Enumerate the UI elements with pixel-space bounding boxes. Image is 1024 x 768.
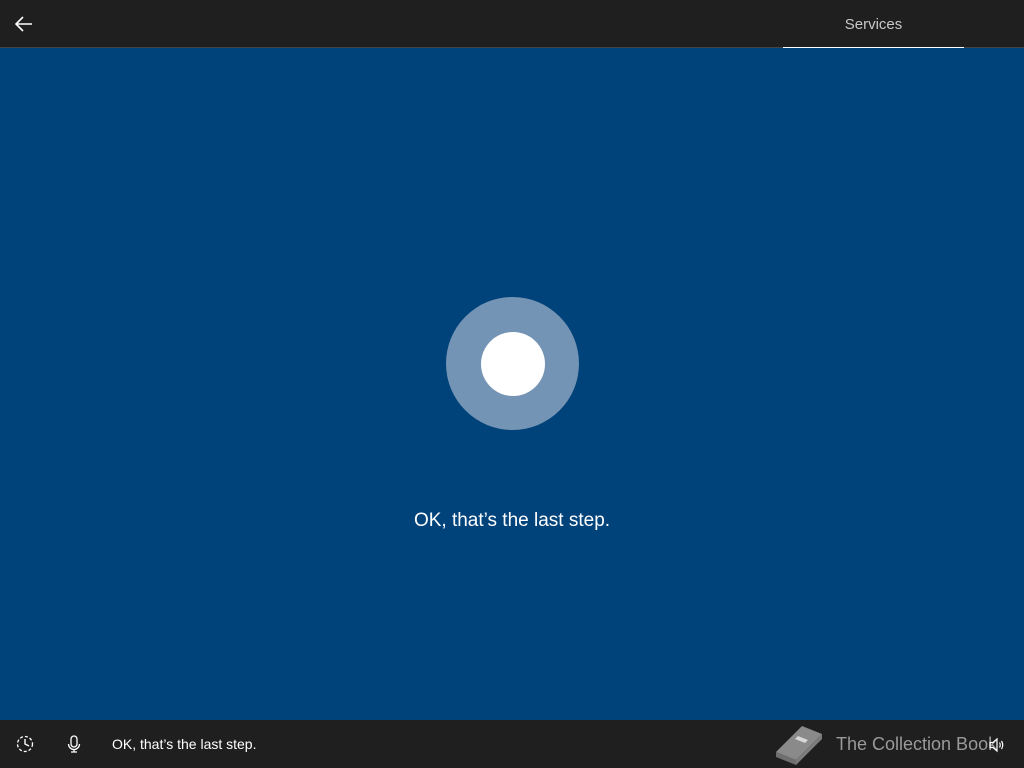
tab-services-label: Services (844, 15, 903, 33)
ease-of-access-button[interactable] (13, 732, 37, 756)
volume-button[interactable] (986, 734, 1008, 756)
cortana-core (480, 331, 545, 396)
ease-of-access-icon (16, 735, 34, 753)
arrow-left-icon (14, 16, 32, 32)
main-content: OK, that’s the last step. (0, 48, 1024, 720)
microphone-button[interactable] (62, 732, 86, 756)
back-button[interactable] (8, 8, 40, 40)
main-message: OK, that’s the last step. (413, 510, 611, 531)
bottom-message: OK, that’s the last step. (112, 736, 257, 752)
top-bar: Services (0, 0, 1024, 49)
volume-icon (989, 737, 1004, 753)
microphone-icon (67, 735, 81, 753)
cortana-ring (446, 297, 579, 430)
bottom-bar: OK, that’s the last step. (0, 720, 1024, 768)
tab-services[interactable]: Services (783, 0, 964, 49)
